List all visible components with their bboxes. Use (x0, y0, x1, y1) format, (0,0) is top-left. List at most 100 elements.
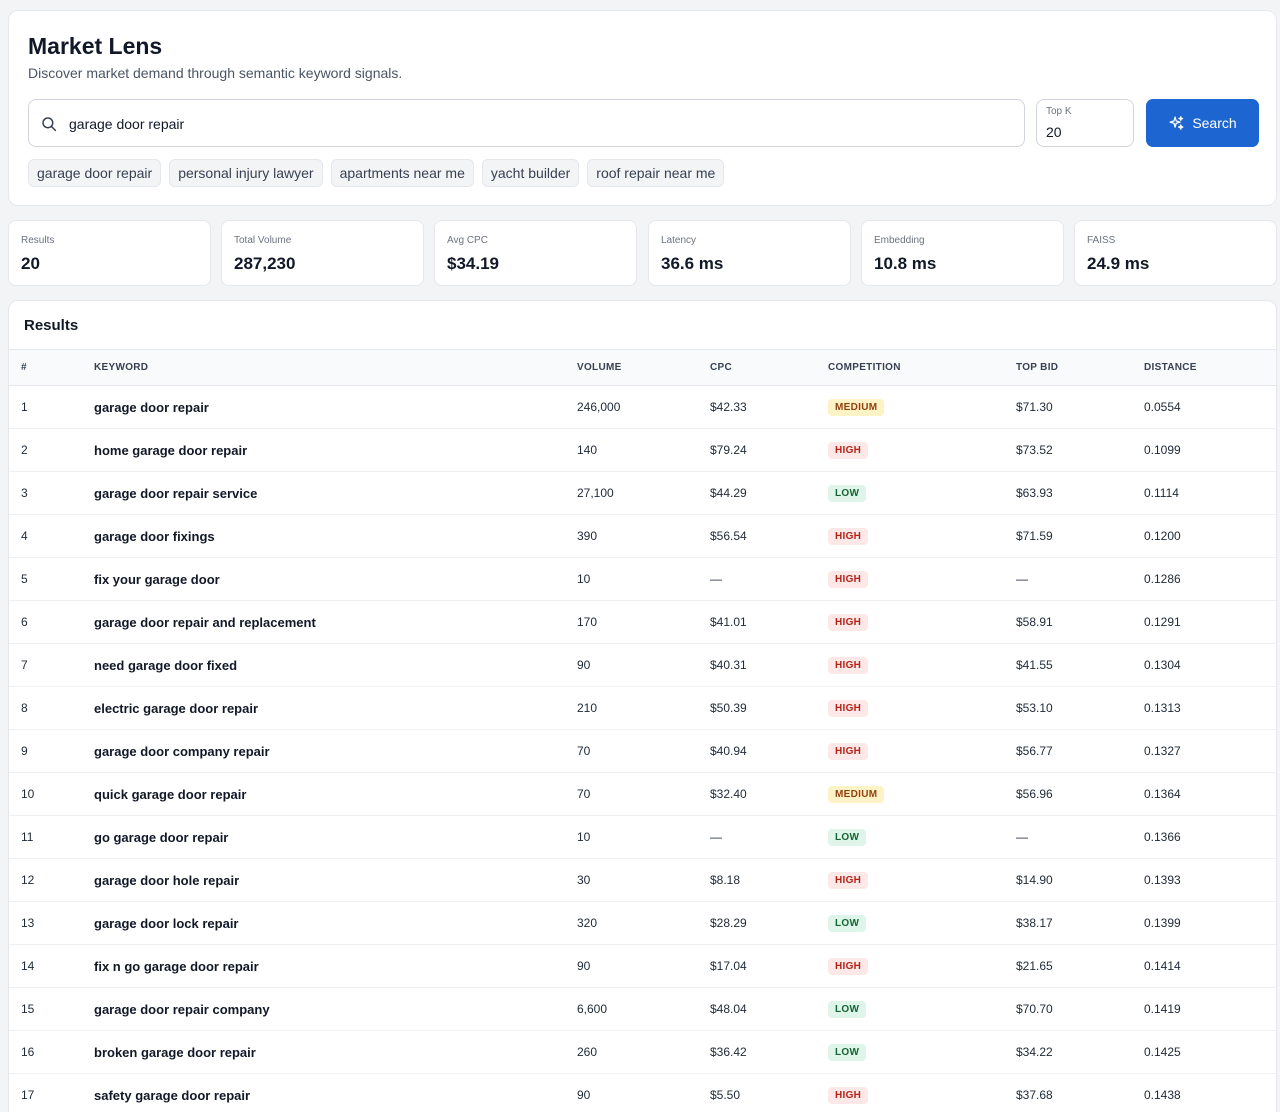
competition-badge: HIGH (828, 527, 869, 545)
volume-cell: 210 (577, 701, 598, 715)
top-bid-cell: $34.22 (1016, 1045, 1053, 1059)
column-header-number[interactable]: # (9, 350, 94, 386)
volume-cell: 390 (577, 529, 598, 543)
competition-cell: LOW (828, 1031, 1016, 1074)
competition-cell: HIGH (828, 945, 1016, 988)
competition-badge: HIGH (828, 441, 869, 459)
suggestion-chip[interactable]: roof repair near me (587, 159, 725, 187)
distance-cell: 0.1425 (1144, 1045, 1181, 1059)
cpc-cell: $48.04 (710, 1002, 747, 1016)
table-row[interactable]: 5 fix your garage door 10 — HIGH — 0.1286 (9, 558, 1276, 601)
table-row[interactable]: 3 garage door repair service 27,100 $44.29 L… (9, 472, 1276, 515)
table-row[interactable]: 10 quick garage door repair 70 $32.40 MEDIUM… (9, 773, 1276, 816)
column-header-distance[interactable]: DISTANCE (1144, 350, 1276, 386)
table-row[interactable]: 4 garage door fixings 390 $56.54 HIGH $71.59 0… (9, 515, 1276, 558)
table-row[interactable]: 16 broken garage door repair 260 $36.42 LOW $… (9, 1031, 1276, 1074)
competition-badge: LOW (828, 1043, 867, 1061)
column-header-cpc[interactable]: CPC (710, 350, 828, 386)
keyword-cell: safety garage door repair (94, 1087, 251, 1103)
keyword-cell: electric garage door repair (94, 700, 259, 716)
stat-label: FAISS (1087, 235, 1116, 246)
table-row[interactable]: 14 fix n go garage door repair 90 $17.04 HIG… (9, 945, 1276, 988)
competition-cell: HIGH (828, 558, 1016, 601)
distance-cell: 0.1313 (1144, 701, 1181, 715)
table-row[interactable]: 7 need garage door fixed 90 $40.31 HIGH $41.5… (9, 644, 1276, 687)
competition-cell: HIGH (828, 687, 1016, 730)
table-row[interactable]: 2 home garage door repair 140 $79.24 HIGH $73… (9, 429, 1276, 472)
volume-cell: 320 (577, 916, 598, 930)
top-bid-cell: $56.96 (1016, 787, 1053, 801)
competition-badge: HIGH (828, 871, 869, 889)
cpc-cell: $40.94 (710, 744, 747, 758)
keyword-cell: quick garage door repair (94, 786, 247, 802)
competition-cell: HIGH (828, 859, 1016, 902)
suggestion-chip[interactable]: apartments near me (330, 159, 474, 187)
top-k-field[interactable]: Top K (1036, 99, 1134, 147)
top-bid-cell: $71.30 (1016, 400, 1053, 414)
table-row[interactable]: 6 garage door repair and replacement 170 $4… (9, 601, 1276, 644)
cpc-cell: $17.04 (710, 959, 747, 973)
top-bid-cell: $14.90 (1016, 873, 1053, 887)
distance-cell: 0.1286 (1144, 572, 1181, 586)
top-bid-cell: $41.55 (1016, 658, 1053, 672)
distance-cell: 0.1419 (1144, 1002, 1181, 1016)
stat-label: Total Volume (234, 235, 292, 246)
stat-card-total-volume: Total Volume 287,230 (221, 220, 424, 286)
top-k-input[interactable] (1046, 122, 1126, 142)
keyword-cell: home garage door repair (94, 442, 248, 458)
cpc-cell: — (710, 572, 722, 586)
distance-cell: 0.1393 (1144, 873, 1181, 887)
table-row[interactable]: 13 garage door lock repair 320 $28.29 LOW $38… (9, 902, 1276, 945)
table-row[interactable]: 15 garage door repair company 6,600 $48.04 L… (9, 988, 1276, 1031)
search-box[interactable] (28, 99, 1025, 147)
row-number: 11 (21, 830, 34, 844)
row-number: 16 (21, 1045, 35, 1059)
stat-card-latency: Latency 36.6 ms (648, 220, 851, 286)
keyword-cell: garage door fixings (94, 528, 215, 544)
distance-cell: 0.1114 (1144, 486, 1179, 500)
table-row[interactable]: 11 go garage door repair 10 — LOW — 0.1366 (9, 816, 1276, 859)
competition-badge: LOW (828, 484, 867, 502)
results-table-body: 1 garage door repair 246,000 $42.33 MEDIUM $7… (9, 386, 1276, 1112)
column-header-competition[interactable]: COMPETITION (828, 350, 1016, 386)
search-button[interactable]: Search (1146, 99, 1259, 147)
column-header-top-bid[interactable]: TOP BID (1016, 350, 1144, 386)
table-row[interactable]: 12 garage door hole repair 30 $8.18 HIGH $14.… (9, 859, 1276, 902)
app-subtitle: Discover market demand through semantic … (28, 65, 403, 81)
cpc-cell: $32.40 (710, 787, 747, 801)
top-bid-cell: $73.52 (1016, 443, 1053, 457)
table-row[interactable]: 17 safety garage door repair 90 $5.50 HIGH $3… (9, 1074, 1276, 1112)
stat-value: 287,230 (234, 254, 296, 273)
column-header-volume[interactable]: VOLUME (577, 350, 710, 386)
competition-badge: HIGH (828, 1086, 869, 1104)
row-number: 12 (21, 873, 35, 887)
stat-value: 10.8 ms (874, 254, 937, 273)
cpc-cell: $44.29 (710, 486, 747, 500)
stat-card-faiss: FAISS 24.9 ms (1074, 220, 1277, 286)
table-row[interactable]: 9 garage door company repair 70 $40.94 HIGH $… (9, 730, 1276, 773)
row-number: 13 (21, 916, 35, 930)
suggestion-chip[interactable]: personal injury lawyer (169, 159, 323, 187)
search-input[interactable] (69, 110, 1009, 138)
distance-cell: 0.1200 (1144, 529, 1181, 543)
table-row[interactable]: 8 electric garage door repair 210 $50.39 HIG… (9, 687, 1276, 730)
results-title: Results (24, 317, 79, 334)
stat-label: Results (21, 235, 55, 246)
competition-badge: HIGH (828, 570, 869, 588)
table-row[interactable]: 1 garage door repair 246,000 $42.33 MEDIUM $7… (9, 386, 1276, 429)
keyword-cell: garage door repair company (94, 1001, 270, 1017)
cpc-cell: $42.33 (710, 400, 747, 414)
top-bid-cell: $71.59 (1016, 529, 1053, 543)
suggestion-chip[interactable]: garage door repair (28, 159, 162, 187)
suggestion-chip[interactable]: yacht builder (481, 159, 580, 187)
stat-value: 20 (21, 254, 40, 273)
row-number: 3 (21, 486, 28, 500)
competition-cell: LOW (828, 472, 1016, 515)
results-table: # KEYWORD VOLUME CPC COMPETITION TOP BID… (9, 349, 1276, 1112)
column-header-keyword[interactable]: KEYWORD (94, 350, 577, 386)
volume-cell: 90 (577, 959, 591, 973)
keyword-cell: garage door repair service (94, 485, 258, 501)
volume-cell: 70 (577, 744, 591, 758)
keyword-cell: go garage door repair (94, 829, 229, 845)
top-bid-cell: $70.70 (1016, 1002, 1053, 1016)
